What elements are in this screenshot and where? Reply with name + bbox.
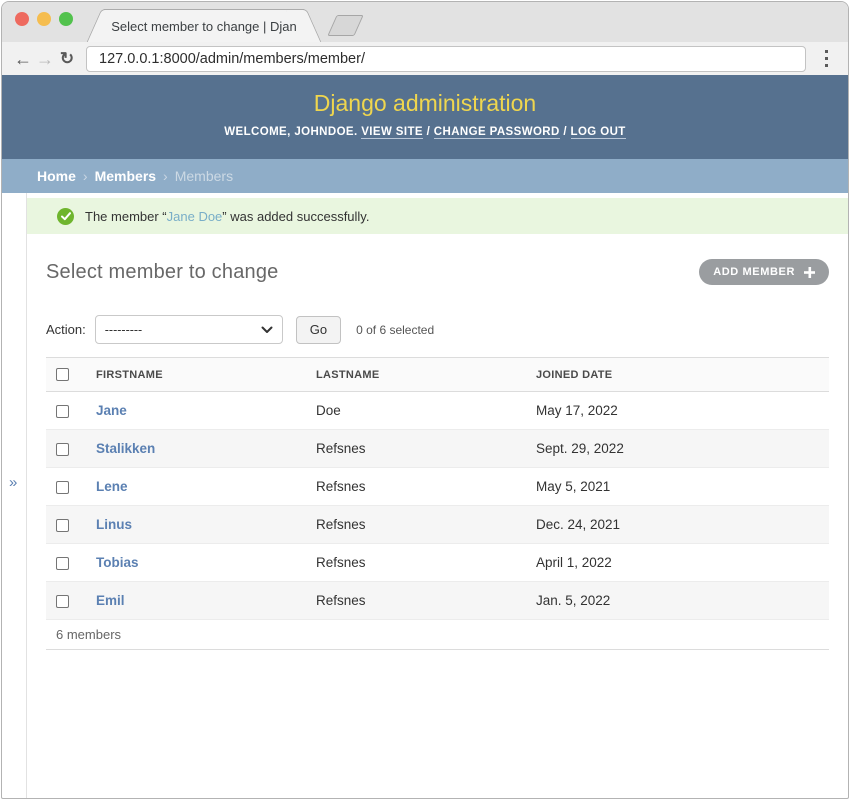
row-checkbox[interactable] — [56, 557, 69, 570]
member-lastname: Refsnes — [316, 468, 536, 506]
breadcrumb: Home › Members › Members — [2, 159, 848, 193]
selection-status: 0 of 6 selected — [356, 323, 434, 337]
username: JOHNDOE — [294, 126, 354, 138]
table-row: Stalikken Refsnes Sept. 29, 2022 — [46, 430, 829, 468]
go-button[interactable]: Go — [296, 316, 341, 344]
admin-site-title: Django administration — [2, 75, 848, 117]
welcome-label: WELCOME, — [224, 126, 290, 138]
select-all-cell — [46, 358, 96, 392]
select-all-checkbox[interactable] — [56, 368, 69, 381]
member-firstname-link[interactable]: Emil — [96, 593, 125, 608]
member-lastname: Refsnes — [316, 430, 536, 468]
sidebar-toggle-icon[interactable]: » — [9, 474, 17, 491]
row-checkbox[interactable] — [56, 481, 69, 494]
breadcrumb-separator: › — [83, 168, 88, 184]
page-title: Select member to change — [46, 261, 279, 284]
member-joined-date: April 1, 2022 — [536, 544, 829, 582]
chevron-down-icon — [261, 326, 273, 334]
table-row: Lene Refsnes May 5, 2021 — [46, 468, 829, 506]
row-select-cell — [46, 468, 96, 506]
member-firstname-link[interactable]: Tobias — [96, 555, 139, 570]
result-count: 6 members — [46, 620, 829, 650]
row-select-cell — [46, 430, 96, 468]
breadcrumb-home-link[interactable]: Home — [37, 168, 76, 184]
sidebar-collapsed-strip: » — [2, 193, 27, 798]
maximize-window-button[interactable] — [59, 12, 73, 26]
column-header-lastname[interactable]: LASTNAME — [316, 358, 536, 392]
row-select-cell — [46, 582, 96, 620]
column-header-joined-date[interactable]: JOINED DATE — [536, 358, 829, 392]
success-check-icon — [57, 208, 74, 225]
member-firstname-link[interactable]: Lene — [96, 479, 128, 494]
added-object-link[interactable]: Jane Doe — [167, 209, 223, 224]
table-row: Emil Refsnes Jan. 5, 2022 — [46, 582, 829, 620]
row-select-cell — [46, 506, 96, 544]
action-selected-value: --------- — [105, 323, 142, 337]
link-separator: / — [563, 126, 567, 138]
link-separator: / — [427, 126, 431, 138]
row-select-cell — [46, 392, 96, 430]
plus-icon — [804, 267, 815, 278]
member-firstname-link[interactable]: Jane — [96, 403, 127, 418]
browser-tab[interactable]: Select member to change | Djan — [104, 9, 304, 42]
member-joined-date: Dec. 24, 2021 — [536, 506, 829, 544]
forward-icon: → — [34, 50, 56, 68]
result-list: FIRSTNAME LASTNAME JOINED DATE Jane Doe … — [46, 357, 829, 650]
browser-window: Select member to change | Djan ← → ↻ 127… — [1, 1, 849, 799]
tab-title: Select member to change | Djan — [111, 19, 296, 34]
page-head: Select member to change ADD MEMBER — [27, 234, 848, 285]
browser-menu-icon[interactable] — [814, 50, 838, 67]
success-message: The member “Jane Doe” was added successf… — [27, 198, 848, 234]
breadcrumb-separator: › — [163, 168, 168, 184]
action-label: Action: — [46, 322, 86, 337]
table-header-row: FIRSTNAME LASTNAME JOINED DATE — [46, 358, 829, 392]
window-controls — [15, 12, 73, 26]
table-row: Jane Doe May 17, 2022 — [46, 392, 829, 430]
browser-tab-bar: Select member to change | Djan — [2, 2, 848, 42]
url-bar[interactable]: 127.0.0.1:8000/admin/members/member/ — [86, 46, 806, 72]
browser-toolbar: ← → ↻ 127.0.0.1:8000/admin/members/membe… — [2, 42, 848, 75]
row-checkbox[interactable] — [56, 519, 69, 532]
row-checkbox[interactable] — [56, 595, 69, 608]
table-row: Tobias Refsnes April 1, 2022 — [46, 544, 829, 582]
row-checkbox[interactable] — [56, 405, 69, 418]
member-joined-date: Jan. 5, 2022 — [536, 582, 829, 620]
table-row: Linus Refsnes Dec. 24, 2021 — [46, 506, 829, 544]
member-joined-date: May 17, 2022 — [536, 392, 829, 430]
actions-bar: Action: --------- Go 0 of 6 selected — [46, 315, 829, 344]
main-area: » The member “Jane Doe” was added succes… — [2, 193, 848, 798]
change-password-link[interactable]: CHANGE PASSWORD — [434, 126, 560, 139]
view-site-link[interactable]: VIEW SITE — [361, 126, 423, 139]
add-member-button[interactable]: ADD MEMBER — [699, 259, 829, 285]
new-tab-button[interactable] — [327, 15, 363, 36]
member-lastname: Refsnes — [316, 582, 536, 620]
admin-header: Django administration WELCOME, JOHNDOE. … — [2, 75, 848, 159]
member-table: FIRSTNAME LASTNAME JOINED DATE Jane Doe … — [46, 357, 829, 620]
back-icon[interactable]: ← — [12, 50, 34, 68]
log-out-link[interactable]: LOG OUT — [571, 126, 626, 139]
member-lastname: Doe — [316, 392, 536, 430]
breadcrumb-current: Members — [175, 168, 233, 184]
user-tools: WELCOME, JOHNDOE. VIEW SITE / CHANGE PAS… — [2, 126, 848, 138]
breadcrumb-app-link[interactable]: Members — [95, 168, 156, 184]
message-text: The member “Jane Doe” was added successf… — [85, 209, 369, 224]
member-joined-date: May 5, 2021 — [536, 468, 829, 506]
row-select-cell — [46, 544, 96, 582]
action-select[interactable]: --------- — [95, 315, 283, 344]
member-lastname: Refsnes — [316, 544, 536, 582]
column-header-firstname[interactable]: FIRSTNAME — [96, 358, 316, 392]
minimize-window-button[interactable] — [37, 12, 51, 26]
url-text: 127.0.0.1:8000/admin/members/member/ — [99, 51, 365, 67]
member-table-body: Jane Doe May 17, 2022 Stalikken Refsnes … — [46, 392, 829, 620]
member-firstname-link[interactable]: Linus — [96, 517, 132, 532]
member-lastname: Refsnes — [316, 506, 536, 544]
row-checkbox[interactable] — [56, 443, 69, 456]
member-joined-date: Sept. 29, 2022 — [536, 430, 829, 468]
content-area: The member “Jane Doe” was added successf… — [27, 193, 848, 798]
close-window-button[interactable] — [15, 12, 29, 26]
member-firstname-link[interactable]: Stalikken — [96, 441, 155, 456]
reload-icon[interactable]: ↻ — [56, 50, 78, 67]
